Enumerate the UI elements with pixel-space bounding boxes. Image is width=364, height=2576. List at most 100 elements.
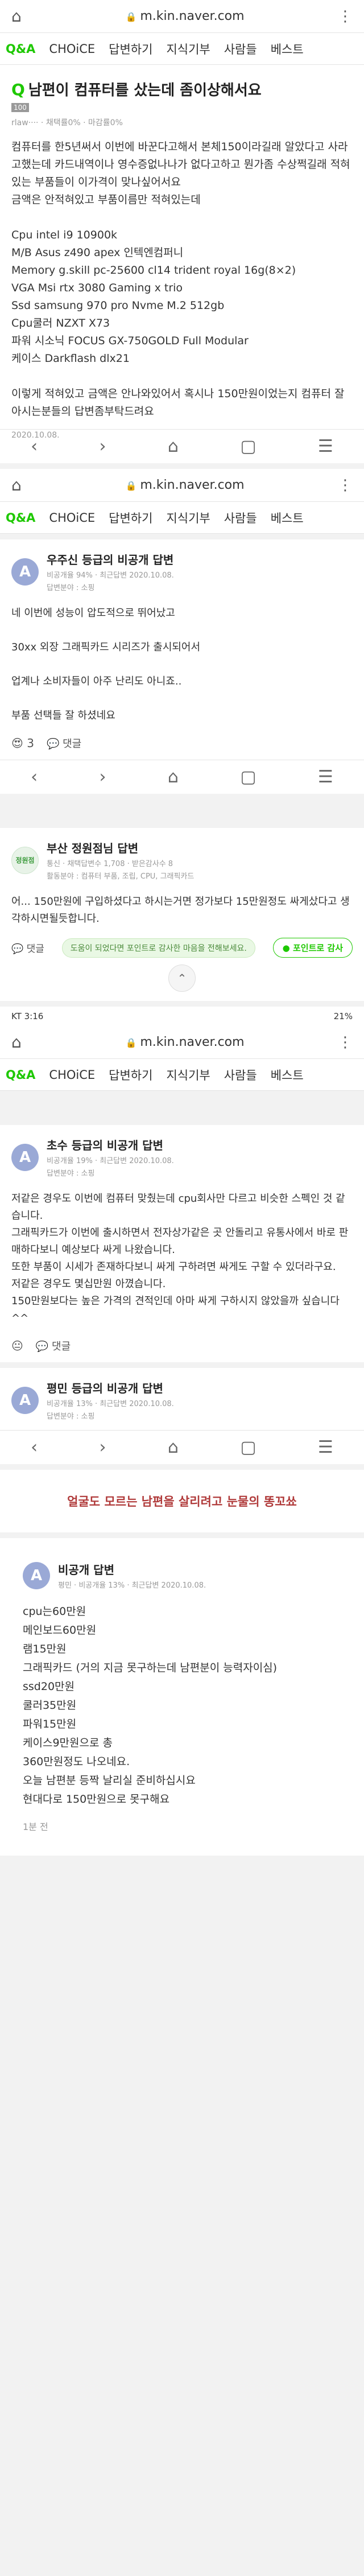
comment-button[interactable]: 💬 댓글 bbox=[11, 941, 44, 955]
android-nav-bar: ‹ › ⌂ ▢ ☰ bbox=[0, 1430, 364, 1464]
more-icon[interactable]: ⋮ bbox=[336, 1034, 353, 1051]
nav-choice[interactable]: CHOiCE bbox=[49, 1068, 95, 1082]
url-label: m.kin.naver.com bbox=[140, 1035, 245, 1049]
nav-choice[interactable]: CHOiCE bbox=[49, 511, 95, 525]
reaction-button[interactable]: 😐 bbox=[11, 1339, 23, 1353]
nav-answer[interactable]: 답변하기 bbox=[109, 509, 152, 526]
answer-line: 저같은 경우도 몇십만원 아꼈습니다. bbox=[11, 1278, 166, 1290]
more-icon[interactable]: ⋮ bbox=[336, 477, 353, 494]
answer-line: 그래픽카드 (거의 지금 못구하는데 남편분이 능력자이심) bbox=[23, 1662, 278, 1674]
menu-icon[interactable]: ☰ bbox=[318, 1437, 333, 1457]
home-icon[interactable]: ⌂ bbox=[11, 1033, 34, 1052]
url-text[interactable]: 🔒 m.kin.naver.com bbox=[34, 9, 336, 23]
menu-icon[interactable]: ☰ bbox=[318, 767, 333, 787]
answer-stats: 평민 · 비공개율 13% · 최근답변 2020.10.08. bbox=[58, 1581, 206, 1590]
tabs-icon[interactable]: ▢ bbox=[240, 1437, 256, 1457]
reaction-emoji-icon: 😐 bbox=[11, 1339, 23, 1353]
lock-icon: 🔒 bbox=[125, 1037, 137, 1048]
answer-spacer bbox=[11, 656, 353, 673]
nav-best[interactable]: 베스트 bbox=[271, 40, 304, 57]
nav-people[interactable]: 사람들 bbox=[224, 509, 257, 526]
answer-time: 1분 전 bbox=[23, 1821, 48, 1832]
answer-line: 램15만원 bbox=[23, 1643, 67, 1655]
comment-button[interactable]: 💬 댓글 bbox=[36, 1338, 71, 1353]
answer-header: A 비공개 답변 평민 · 비공개율 13% · 최근답변 2020.10.08… bbox=[23, 1561, 341, 1590]
nav-qa[interactable]: Q&A bbox=[6, 42, 35, 56]
lock-icon: 🔒 bbox=[125, 11, 137, 22]
answer-header: 정원점 부산 정원점님 답변 통신 · 채택답변수 1,708 · 받은감사수 … bbox=[11, 839, 353, 881]
url-label: m.kin.naver.com bbox=[140, 478, 245, 492]
home-nav-icon[interactable]: ⌂ bbox=[168, 436, 179, 456]
back-chevron-icon[interactable]: ‹ bbox=[31, 1437, 38, 1457]
answer-field: 답변분야 : 소핑 bbox=[47, 1412, 95, 1421]
tabs-icon[interactable]: ▢ bbox=[240, 767, 256, 787]
answer-stats: 비공개율 94% · 최근답변 2020.10.08. bbox=[47, 571, 174, 580]
answer-stats: 비공개율 13% · 최근답변 2020.10.08. bbox=[47, 1400, 174, 1408]
home-nav-icon[interactable]: ⌂ bbox=[168, 767, 179, 787]
question-body: 컴퓨터를 한5년써서 이번에 바꾼다고해서 본체150이라길래 알았다고 사라고… bbox=[11, 138, 353, 421]
nav-qa[interactable]: Q&A bbox=[6, 1068, 35, 1082]
home-nav-icon[interactable]: ⌂ bbox=[168, 1437, 179, 1457]
url-text[interactable]: 🔒 m.kin.naver.com bbox=[34, 478, 336, 492]
back-chevron-icon[interactable]: ‹ bbox=[31, 767, 38, 787]
forward-chevron-icon[interactable]: › bbox=[99, 1437, 106, 1457]
avatar: 정원점 bbox=[11, 846, 39, 874]
answer-line: 현대다로 150만원으로 못구해요 bbox=[23, 1793, 170, 1806]
answer-line: 파워15만원 bbox=[23, 1718, 77, 1730]
back-chevron-icon[interactable]: ‹ bbox=[31, 436, 38, 456]
answer-line: 네 이번에 성능이 압도적으로 뛰어났고 bbox=[11, 607, 175, 619]
nav-donate[interactable]: 지식기부 bbox=[166, 509, 210, 526]
avatar: A bbox=[11, 558, 39, 586]
thanks-button[interactable]: ● 포인트로 감사 bbox=[272, 938, 353, 958]
caption-banner: 얼굴도 모르는 남편을 살리려고 눈물의 똥꼬쑈 bbox=[0, 1470, 364, 1532]
nav-answer[interactable]: 답변하기 bbox=[109, 1066, 152, 1083]
avatar: A bbox=[11, 1143, 39, 1171]
reaction-button[interactable]: 😍 3 bbox=[11, 736, 34, 750]
nav-best[interactable]: 베스트 bbox=[271, 1066, 304, 1083]
tabs-icon[interactable]: ▢ bbox=[240, 436, 256, 456]
coin-icon: ● bbox=[282, 943, 290, 953]
home-icon[interactable]: ⌂ bbox=[11, 476, 34, 494]
answer-body: 저같은 경우도 이번에 컴퓨터 맞췄는데 cpu회사만 다르고 비슷한 스펙인 … bbox=[11, 1190, 353, 1327]
answer-body: 네 이번에 성능이 압도적으로 뛰어났고 30xx 외장 그래픽카드 시리즈가 … bbox=[11, 605, 353, 724]
nav-donate[interactable]: 지식기부 bbox=[166, 40, 210, 57]
answer-field: 활동분야 : 컴퓨터 부품, 조립, CPU, 그래픽카드 bbox=[47, 872, 195, 881]
url-text[interactable]: 🔒 m.kin.naver.com bbox=[34, 1035, 336, 1049]
nav-qa[interactable]: Q&A bbox=[6, 511, 35, 525]
nav-answer[interactable]: 답변하기 bbox=[109, 40, 152, 57]
answer-field: 답변분야 : 소핑 bbox=[47, 584, 95, 592]
nav-donate[interactable]: 지식기부 bbox=[166, 1066, 210, 1083]
answer-stats: 비공개율 19% · 최근답변 2020.10.08. bbox=[47, 1157, 174, 1165]
forward-chevron-icon[interactable]: › bbox=[99, 436, 106, 456]
answer-footer: 😍 3 💬 댓글 bbox=[11, 736, 353, 751]
question-section: Q 남편이 컴퓨터를 샀는데 좀이상해서요 100 rlaw···· · 채택률0… bbox=[0, 65, 364, 440]
tip-message: 도움이 되었다면 포인트로 감사한 마음을 전해보세요. bbox=[61, 938, 255, 958]
answer-body: cpu는60만원 메인보드60만원 램15만원 그래픽카드 (거의 지금 못구하… bbox=[23, 1602, 341, 1809]
nav-best[interactable]: 베스트 bbox=[271, 509, 304, 526]
answer-header: A 초수 등급의 비공개 답변 비공개율 19% · 최근답변 2020.10.… bbox=[11, 1136, 353, 1178]
android-nav-bar: ‹ › ⌂ ▢ ☰ bbox=[0, 760, 364, 794]
nav-people[interactable]: 사람들 bbox=[224, 40, 257, 57]
answer-body: 어... 150만원에 구입하셨다고 하시는거면 정가보다 15만원정도 싸게샀… bbox=[11, 893, 353, 928]
nav-choice[interactable]: CHOiCE bbox=[49, 42, 95, 56]
comment-label: 댓글 bbox=[52, 1341, 71, 1353]
answer-line: 그래픽카드가 이번에 출시하면서 전자상가같은 곳 안돌리고 유통사에서 바로 … bbox=[11, 1227, 349, 1256]
answer-field: 답변분야 : 소핑 bbox=[47, 1169, 95, 1178]
answer-card: A 평민 등급의 비공개 답변 비공개율 13% · 최근답변 2020.10.… bbox=[0, 1368, 364, 1430]
question-line: 케이스 Darkflash dlx21 bbox=[11, 352, 130, 365]
comment-label: 댓글 bbox=[26, 943, 44, 955]
forward-chevron-icon[interactable]: › bbox=[99, 767, 106, 787]
answer-line: 메인보드60만원 bbox=[23, 1624, 97, 1637]
comment-label: 댓글 bbox=[63, 738, 82, 750]
answer-line: 어... 150만원에 구입하셨다고 하시는거면 정가보다 15만원정도 싸게샀… bbox=[11, 896, 350, 925]
more-icon[interactable]: ⋮ bbox=[336, 8, 353, 25]
home-icon[interactable]: ⌂ bbox=[11, 7, 34, 26]
nav-people[interactable]: 사람들 bbox=[224, 1066, 257, 1083]
answer-footer: 😐 💬 댓글 bbox=[11, 1338, 353, 1353]
scroll-up-button[interactable]: ⌃ bbox=[168, 965, 196, 992]
answer-line: 저같은 경우도 이번에 컴퓨터 맞췄는데 cpu회사만 다르고 비슷한 스펙인 … bbox=[11, 1193, 345, 1222]
answer-name: 비공개 답변 bbox=[58, 1563, 114, 1577]
menu-icon[interactable]: ☰ bbox=[318, 436, 333, 456]
question-line: 파워 시소닉 FOCUS GX-750GOLD Full Modular bbox=[11, 335, 249, 347]
comment-button[interactable]: 💬 댓글 bbox=[47, 736, 81, 751]
